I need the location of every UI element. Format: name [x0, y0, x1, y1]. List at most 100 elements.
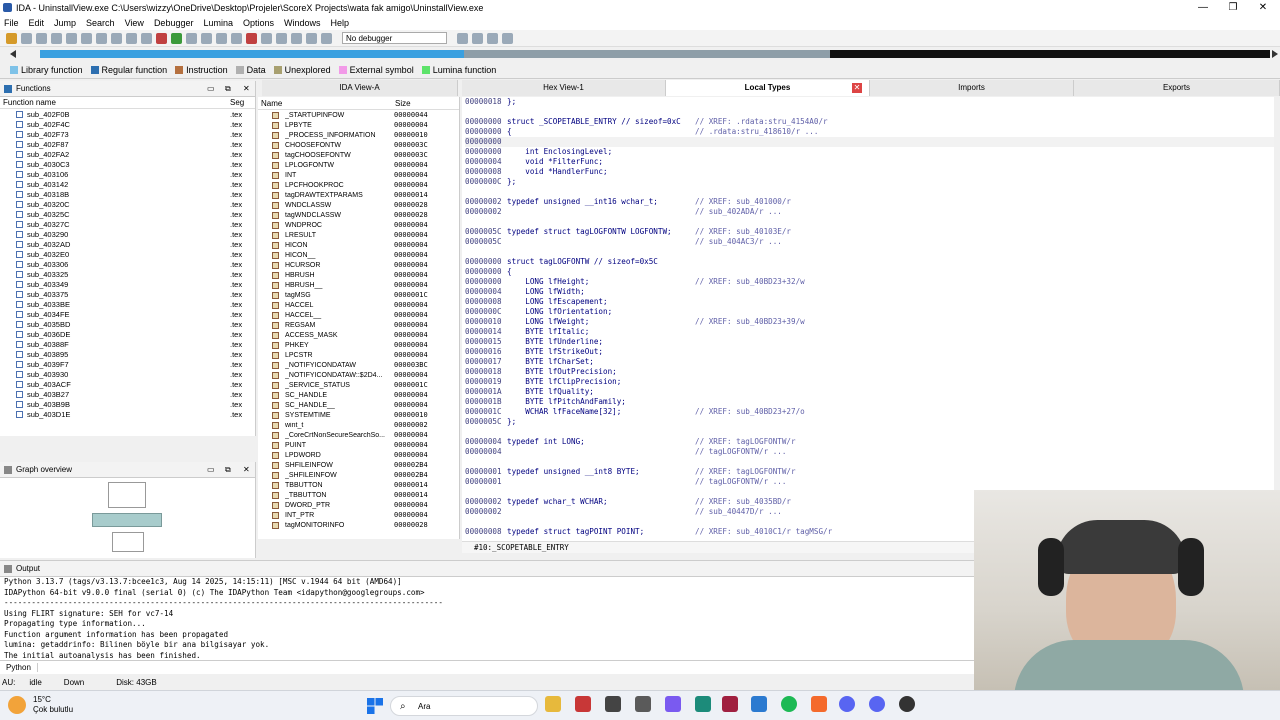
app-icon[interactable] [635, 696, 651, 712]
function-row[interactable]: sub_402F0B .tex [0, 109, 255, 119]
local-type-row[interactable]: PHKEY 00000004 [258, 340, 459, 350]
function-row[interactable]: sub_402F73 .tex [0, 129, 255, 139]
local-type-row[interactable]: LPDWORD 00000004 [258, 450, 459, 460]
struct-icon[interactable] [216, 32, 227, 44]
local-type-row[interactable]: INT_PTR 00000004 [258, 510, 459, 520]
local-type-row[interactable]: PUINT 00000004 [258, 440, 459, 450]
enum-icon[interactable] [231, 32, 242, 44]
code-line[interactable]: 0000005C typedef struct tagLOGFONTW LOGFO… [465, 227, 1274, 237]
menu-edit[interactable]: Edit [29, 18, 45, 28]
code-line[interactable]: 00000019 BYTE lfClipPrecision; [465, 377, 1274, 387]
function-row[interactable]: sub_403325 .tex [0, 269, 255, 279]
function-row[interactable]: sub_40318B .tex [0, 189, 255, 199]
function-row[interactable]: sub_4032E0 .tex [0, 249, 255, 259]
ida-taskbar-icon[interactable] [575, 696, 591, 712]
col-seg[interactable]: Seg [230, 98, 244, 107]
options-icon[interactable] [502, 32, 513, 44]
function-row[interactable]: sub_403306 .tex [0, 259, 255, 269]
nav-right-arrow-icon[interactable] [1272, 50, 1278, 58]
local-type-row[interactable]: ACCESS_MASK 00000004 [258, 330, 459, 340]
code-line[interactable] [465, 107, 1274, 117]
code-line[interactable]: 0000000C LONG lfOrientation; [465, 307, 1274, 317]
menu-file[interactable]: File [4, 18, 19, 28]
local-type-row[interactable]: DWORD_PTR 00000004 [258, 500, 459, 510]
local-type-row[interactable]: SC_HANDLE__ 00000004 [258, 400, 459, 410]
local-type-row[interactable]: LPCFHOOKPROC 00000004 [258, 180, 459, 190]
save-icon[interactable] [21, 32, 32, 44]
code-line[interactable]: 00000015 BYTE lfUnderline; [465, 337, 1274, 347]
local-type-row[interactable]: HICON__ 00000004 [258, 250, 459, 260]
code-line[interactable]: 00000000 struct _SCOPETABLE_ENTRY // size… [465, 117, 1274, 127]
local-type-row[interactable]: HACCEL 00000004 [258, 300, 459, 310]
code-icon[interactable] [96, 32, 107, 44]
undefine-icon[interactable] [126, 32, 137, 44]
local-type-row[interactable]: SHFILEINFOW 000002B4 [258, 460, 459, 470]
hex-icon[interactable] [66, 32, 77, 44]
code-line[interactable] [465, 187, 1274, 197]
graph-node[interactable] [108, 482, 146, 508]
menu-jump[interactable]: Jump [54, 18, 76, 28]
local-type-row[interactable]: _NOTIFYICONDATAW 000003BC [258, 360, 459, 370]
stop-icon[interactable] [246, 32, 257, 44]
spotify-icon[interactable] [781, 696, 797, 712]
function-row[interactable]: sub_4033BE .tex [0, 299, 255, 309]
local-type-row[interactable]: HBRUSH 00000004 [258, 270, 459, 280]
code-line[interactable]: 00000000 [465, 137, 1274, 147]
code-line[interactable]: 0000005C // sub_404AC3/r ... [465, 237, 1274, 247]
function-row[interactable]: sub_40325C .tex [0, 209, 255, 219]
vscode-icon[interactable] [751, 696, 767, 712]
lumina-icon[interactable] [171, 32, 182, 44]
breakpoint-icon[interactable] [156, 32, 167, 44]
panel-detach-icon[interactable]: ⧉ [225, 465, 231, 475]
local-type-row[interactable]: WNDCLASSW 00000028 [258, 200, 459, 210]
close-button[interactable]: ✕ [1248, 0, 1278, 15]
function-row[interactable]: sub_4036DE .tex [0, 329, 255, 339]
code-line[interactable] [465, 427, 1274, 437]
local-type-row[interactable]: HCURSOR 00000004 [258, 260, 459, 270]
app-icon[interactable] [722, 696, 738, 712]
function-row[interactable]: sub_403895 .tex [0, 349, 255, 359]
code-line[interactable]: 00000002 typedef unsigned __int16 wchar_t… [465, 197, 1274, 207]
local-type-row[interactable]: tagDRAWTEXTPARAMS 00000014 [258, 190, 459, 200]
code-line[interactable]: 00000017 BYTE lfCharSet; [465, 357, 1274, 367]
code-line[interactable]: 00000004 // tagLOGFONTW/r ... [465, 447, 1274, 457]
forward-icon[interactable] [51, 32, 62, 44]
local-type-row[interactable]: HBRUSH__ 00000004 [258, 280, 459, 290]
app-icon[interactable] [605, 696, 621, 712]
restore-button[interactable]: ❐ [1218, 0, 1248, 15]
taskbar-search[interactable]: ⌕ Ara [390, 696, 538, 716]
weather-icon[interactable] [8, 696, 26, 714]
local-type-row[interactable]: CHOOSEFONTW 0000003C [258, 140, 459, 150]
edge-icon[interactable] [695, 696, 711, 712]
tab-ida-view[interactable]: IDA View-A [262, 80, 458, 96]
python-label[interactable]: Python [0, 663, 38, 672]
step-icon[interactable] [321, 32, 332, 44]
code-line[interactable]: 00000018}; [465, 97, 1274, 107]
code-line[interactable]: 00000000 {// .rdata:stru_418610/r ... [465, 127, 1274, 137]
tab-hex-view[interactable]: Hex View-1 [462, 80, 666, 96]
local-type-row[interactable]: LPCSTR 00000004 [258, 350, 459, 360]
col-size[interactable]: Size [395, 99, 411, 108]
code-line[interactable]: 00000002 // sub_402ADA/r ... [465, 207, 1274, 217]
file-explorer-icon[interactable] [545, 696, 561, 712]
function-row[interactable]: sub_403290 .tex [0, 229, 255, 239]
attach-icon[interactable] [457, 32, 468, 44]
function-row[interactable]: sub_403375 .tex [0, 289, 255, 299]
function-row[interactable]: sub_403106 .tex [0, 169, 255, 179]
function-row[interactable]: sub_403349 .tex [0, 279, 255, 289]
local-type-row[interactable]: _SERVICE_STATUS 0000001C [258, 380, 459, 390]
code-line[interactable]: 00000004 void *FilterFunc; [465, 157, 1274, 167]
code-line[interactable]: 0000000C}; [465, 177, 1274, 187]
local-type-row[interactable]: _CoreCrtNonSecureSearchSo... 00000004 [258, 430, 459, 440]
tab-exports[interactable]: Exports [1074, 80, 1280, 96]
local-type-row[interactable]: SC_HANDLE 00000004 [258, 390, 459, 400]
navigation-band[interactable] [0, 47, 1280, 62]
menu-windows[interactable]: Windows [284, 18, 321, 28]
local-type-row[interactable]: tagMSG 0000001C [258, 290, 459, 300]
code-line[interactable]: 00000004 LONG lfWidth; [465, 287, 1274, 297]
patch-icon[interactable] [261, 32, 272, 44]
local-type-row[interactable]: LPLOGFONTW 00000004 [258, 160, 459, 170]
code-line[interactable] [465, 217, 1274, 227]
local-type-row[interactable]: tagWNDCLASSW 00000028 [258, 210, 459, 220]
tab-imports[interactable]: Imports [870, 80, 1074, 96]
